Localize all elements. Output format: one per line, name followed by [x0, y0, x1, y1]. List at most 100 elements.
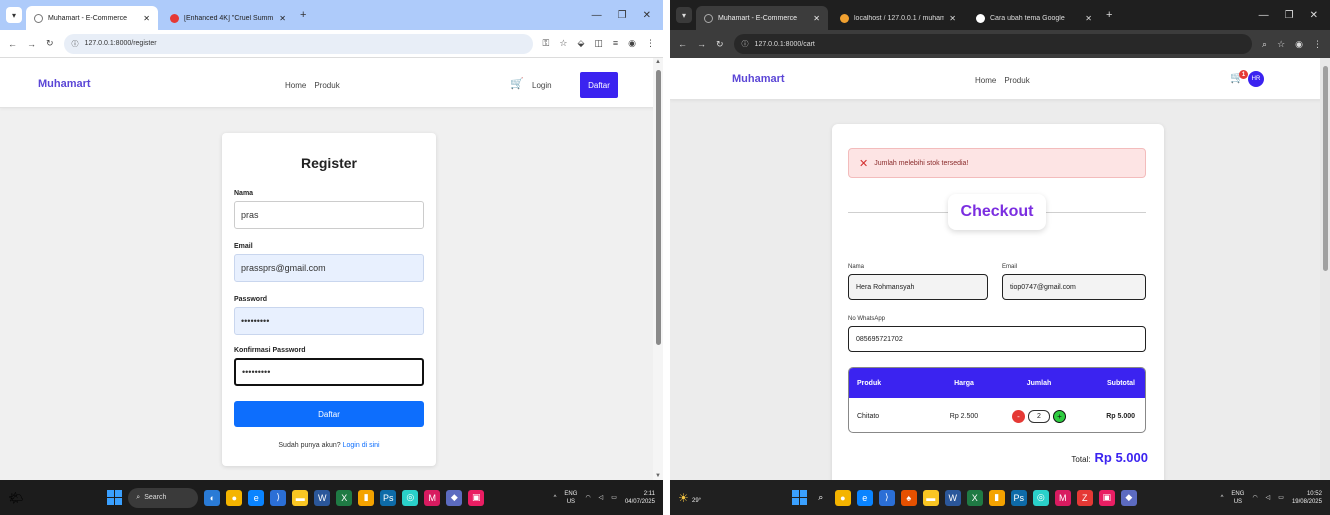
app-icon[interactable]: ♠	[900, 489, 917, 506]
forward-icon[interactable]: →	[27, 39, 36, 49]
wifi-icon[interactable]: ◠	[1252, 494, 1257, 501]
language-indicator[interactable]: ENG US	[1231, 490, 1244, 506]
close-icon[interactable]: ✕	[949, 14, 956, 23]
app2-icon[interactable]: ◎	[1032, 489, 1049, 506]
vscode-icon[interactable]: ⟩	[270, 489, 287, 506]
site-info-icon[interactable]: ⓘ	[72, 39, 79, 49]
clock[interactable]: 2:11 04/07/2025	[625, 490, 655, 506]
url-field[interactable]: ⓘ 127.0.0.1:8000/cart	[733, 34, 1253, 54]
weather-widget[interactable]: ☀ 29°	[678, 491, 708, 505]
volume-icon[interactable]: ◁	[1266, 494, 1271, 501]
chevron-up-icon[interactable]: ^	[554, 495, 557, 501]
filezilla-icon[interactable]: Z	[1076, 489, 1093, 506]
email-input[interactable]: prassprs@gmail.com	[234, 254, 424, 282]
battery-icon[interactable]: ▭	[611, 494, 617, 501]
close-icon[interactable]: ✕	[1085, 14, 1092, 23]
tab-youtube[interactable]: [Enhanced 4K] "Cruel Summ ✕	[162, 6, 294, 30]
brand-logo[interactable]: Muhamart	[732, 73, 785, 85]
photoshop-icon[interactable]: Ps	[1010, 489, 1027, 506]
weather-icon[interactable]: 🌤	[8, 491, 38, 505]
profile-icon[interactable]: ◉	[628, 38, 636, 49]
tab-muhamart[interactable]: Muhamart - E-Commerce ✕	[26, 6, 158, 30]
reload-icon[interactable]: ↻	[716, 39, 724, 50]
login-link[interactable]: Login di sini	[343, 442, 380, 449]
scroll-thumb[interactable]	[1323, 66, 1328, 271]
minimize-icon[interactable]: —	[592, 10, 602, 21]
restore-icon[interactable]: ❐	[618, 10, 627, 21]
url-field[interactable]: ⓘ 127.0.0.1:8000/register	[63, 33, 533, 54]
chrome-icon[interactable]: ●	[226, 489, 243, 506]
word-icon[interactable]: W	[944, 489, 961, 506]
site-info-icon[interactable]: ⓘ	[742, 39, 749, 49]
chevron-up-icon[interactable]: ^	[1221, 495, 1224, 501]
new-tab-icon[interactable]: +	[300, 9, 306, 21]
windows-start-icon[interactable]	[791, 490, 807, 505]
taskbar-search[interactable]: ⌕ Search	[128, 487, 199, 508]
photoshop-icon[interactable]: Ps	[380, 489, 397, 506]
nav-login[interactable]: Login	[532, 81, 552, 90]
reload-icon[interactable]: ↻	[46, 38, 54, 49]
close-window-icon[interactable]: ✕	[643, 10, 651, 21]
widgets-icon[interactable]: ◐	[204, 489, 221, 506]
nav-produk[interactable]: Produk	[1004, 76, 1029, 85]
edge-icon[interactable]: e	[248, 489, 265, 506]
app2-icon[interactable]: M	[424, 489, 441, 506]
quantity-input[interactable]: 2	[1028, 409, 1050, 423]
restore-icon[interactable]: ❐	[1285, 10, 1294, 21]
tab-muhamart[interactable]: Muhamart - E-Commerce ✕	[696, 6, 828, 30]
files-icon[interactable]: ▮	[988, 489, 1005, 506]
app3-icon[interactable]: M	[1054, 489, 1071, 506]
close-icon[interactable]: ✕	[279, 14, 286, 23]
wifi-icon[interactable]: ◠	[585, 494, 590, 501]
back-icon[interactable]: ←	[8, 39, 17, 49]
app-icon[interactable]: ◎	[402, 489, 419, 506]
scroll-down-icon[interactable]: ▼	[655, 473, 661, 479]
clock[interactable]: 10:52 19/08/2025	[1292, 490, 1322, 506]
scroll-thumb[interactable]	[656, 70, 661, 345]
nav-daftar-button[interactable]: Daftar	[580, 72, 618, 98]
increase-button[interactable]: +	[1053, 409, 1066, 423]
tab-phpmyadmin[interactable]: localhost / 127.0.0.1 / muhama ✕	[832, 6, 964, 30]
menu-icon[interactable]: ⋮	[1313, 39, 1322, 50]
app4-icon[interactable]: ▣	[1098, 489, 1115, 506]
scrollbar[interactable]	[1320, 58, 1330, 480]
key-icon[interactable]: ⚿	[543, 38, 550, 49]
nav-home[interactable]: Home	[975, 76, 996, 85]
search-icon[interactable]: ⌕	[813, 490, 829, 506]
cart-icon[interactable]: 🛒	[510, 77, 524, 90]
scroll-up-icon[interactable]: ▲	[655, 59, 661, 65]
star-icon[interactable]: ☆	[1277, 39, 1285, 50]
word-icon[interactable]: W	[314, 489, 331, 506]
wa-input[interactable]: 085695721702	[848, 326, 1146, 352]
confirm-password-input[interactable]: •••••••••	[234, 358, 424, 386]
scrollbar[interactable]: ▲ ▼	[653, 58, 663, 480]
menu-icon[interactable]: ⋮	[646, 38, 655, 49]
volume-icon[interactable]: ◁	[599, 494, 604, 501]
windows-start-icon[interactable]	[107, 490, 123, 505]
profile-icon[interactable]: ◉	[1295, 39, 1303, 50]
brand-logo[interactable]: Muhamart	[38, 78, 91, 90]
email-input[interactable]: tiop0747@gmail.com	[1002, 274, 1146, 300]
close-icon[interactable]: ✕	[813, 14, 820, 23]
extension-icon[interactable]: ⬙	[577, 38, 584, 49]
zoom-icon[interactable]: ⌕	[1262, 39, 1267, 50]
new-tab-icon[interactable]: +	[1106, 9, 1112, 21]
close-icon[interactable]: ✕	[143, 14, 150, 23]
forward-icon[interactable]: →	[697, 39, 706, 49]
app4-icon[interactable]: ▣	[468, 489, 485, 506]
chrome-icon[interactable]: ●	[834, 489, 851, 506]
tab-google[interactable]: Cara ubah tema Google ✕	[968, 6, 1100, 30]
close-window-icon[interactable]: ✕	[1310, 10, 1318, 21]
explorer-icon[interactable]: ▬	[922, 489, 939, 506]
nama-input[interactable]: Hera Rohmansyah	[848, 274, 988, 300]
app3-icon[interactable]: ◆	[446, 489, 463, 506]
edge-icon[interactable]: e	[856, 489, 873, 506]
tab-search-button[interactable]: ▾	[676, 7, 692, 23]
app5-icon[interactable]: ◆	[1120, 489, 1137, 506]
nav-produk[interactable]: Produk	[314, 81, 339, 90]
puzzle-icon[interactable]: ◫	[594, 38, 603, 49]
user-avatar[interactable]: HR	[1248, 71, 1264, 87]
battery-icon[interactable]: ▭	[1278, 494, 1284, 501]
minimize-icon[interactable]: —	[1259, 10, 1269, 21]
language-indicator[interactable]: ENG US	[564, 490, 577, 506]
